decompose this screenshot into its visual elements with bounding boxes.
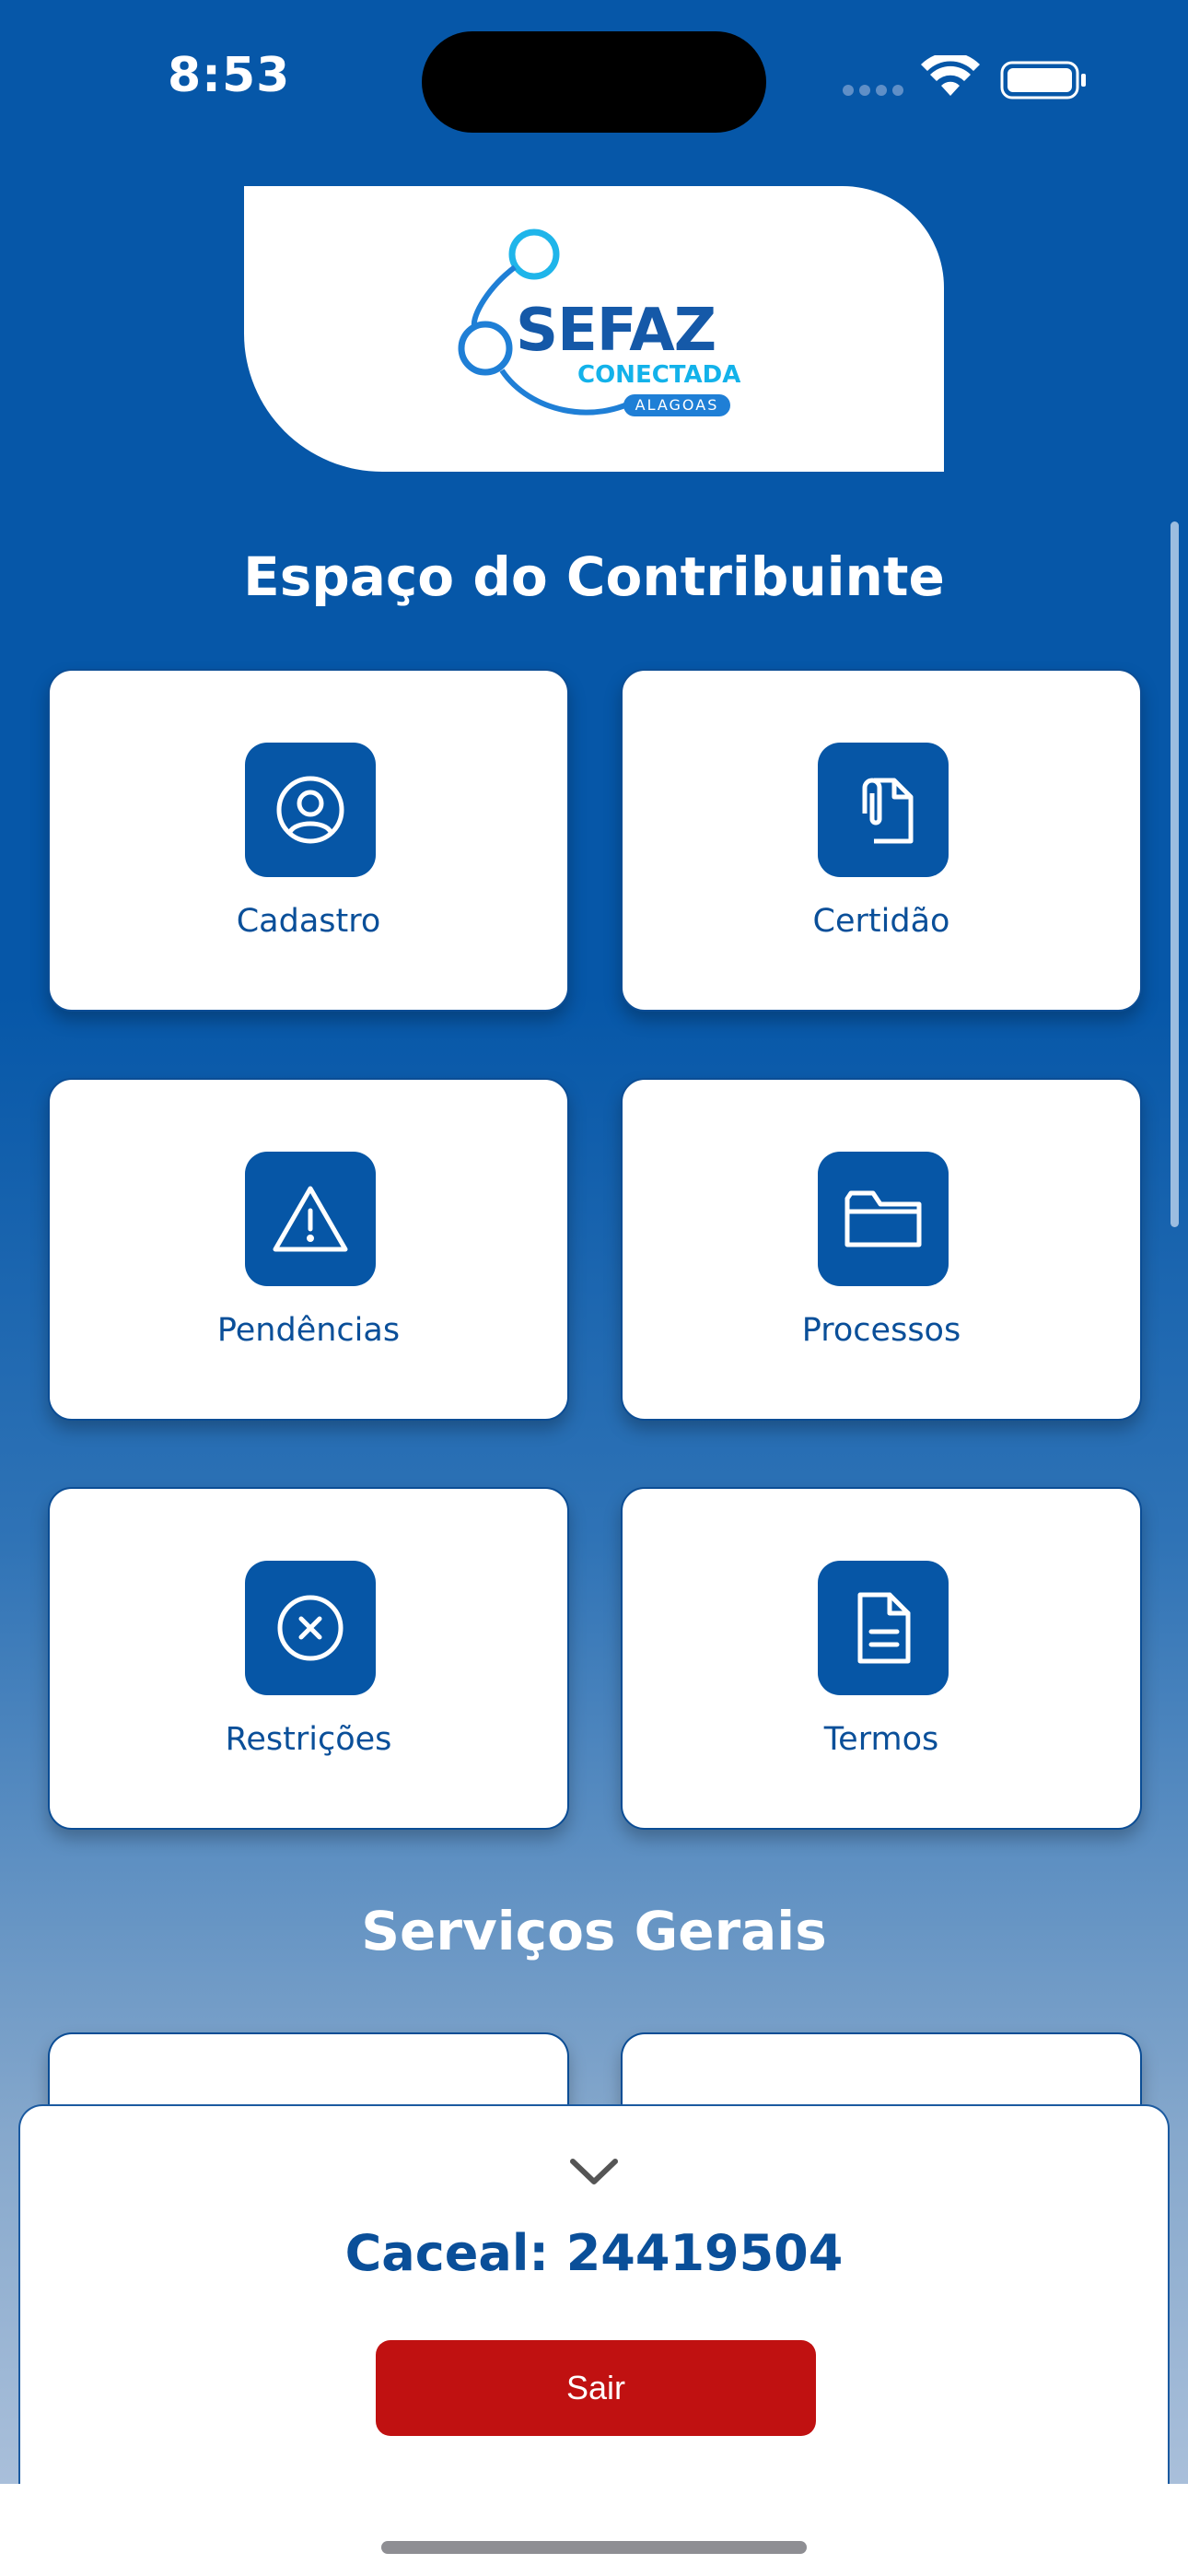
scrollbar[interactable]	[1171, 521, 1179, 1227]
tile-cadastro[interactable]: Cadastro	[48, 669, 569, 1012]
home-indicator[interactable]	[381, 2541, 807, 2554]
tile-label: Restrições	[225, 1721, 392, 1758]
warning-triangle-icon	[245, 1152, 376, 1286]
tile-restricoes[interactable]: Restrições	[48, 1487, 569, 1830]
chevron-down-icon[interactable]	[569, 2156, 619, 2187]
status-bar: 8:53	[0, 0, 1188, 157]
sefaz-logo-card: SEFAZ CONECTADA ALAGOAS	[244, 186, 944, 472]
cellular-signal-icon	[843, 85, 903, 96]
status-time: 8:53	[168, 48, 291, 103]
tile-termos[interactable]: Termos	[621, 1487, 1142, 1830]
caceal-number: Caceal: 24419504	[344, 2224, 844, 2282]
document-text-icon	[818, 1561, 949, 1695]
wifi-icon	[921, 55, 980, 96]
logout-button[interactable]: Sair	[376, 2340, 816, 2436]
tile-label: Processos	[801, 1312, 961, 1349]
bottom-sheet: Caceal: 24419504 Sair	[18, 2104, 1170, 2484]
paperclip-document-icon	[818, 743, 949, 877]
tile-certidao[interactable]: Certidão	[621, 669, 1142, 1012]
tile-label: Termos	[823, 1721, 939, 1758]
logo-subtitle: CONECTADA	[577, 361, 741, 389]
tile-label: Cadastro	[236, 903, 381, 940]
tile-processos[interactable]: Processos	[621, 1078, 1142, 1421]
tile-label: Certidão	[812, 903, 950, 940]
logo-title: SEFAZ	[516, 297, 716, 365]
logo-state-badge: ALAGOAS	[623, 394, 730, 416]
section-title-contribuinte: Espaço do Contribuinte	[243, 545, 945, 608]
x-circle-icon	[245, 1561, 376, 1695]
dynamic-island	[422, 31, 766, 133]
user-circle-icon	[245, 743, 376, 877]
battery-icon	[1000, 61, 1086, 100]
folder-icon	[818, 1152, 949, 1286]
tile-label: Pendências	[216, 1312, 401, 1349]
tile-pendencias[interactable]: Pendências	[48, 1078, 569, 1421]
section-title-servicos: Serviços Gerais	[361, 1900, 827, 1962]
